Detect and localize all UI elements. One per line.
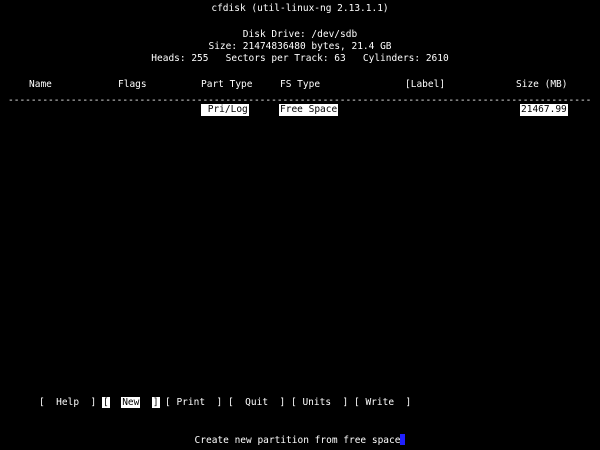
text-cursor [400,434,406,445]
status-line: Create new partition from free space [0,434,600,447]
row-fs-type: Free Space [279,104,339,116]
menu-write-button[interactable]: [ Write ] [354,397,411,409]
disk-size-line: Size: 21474836480 bytes, 21.4 GB [208,41,392,52]
menu-quit-button[interactable]: [ Quit ] [228,397,285,409]
column-header-size: Size (MB) [516,79,568,90]
column-header-fs-type: FS Type [280,79,321,90]
column-header-name: Name [29,79,52,90]
menu-print-button[interactable]: [ Print ] [165,397,222,409]
menu-help-button[interactable]: [ Help ] [39,397,96,409]
disk-drive-line: Disk Drive: /dev/sdb [242,29,358,40]
column-header-flags: Flags [118,79,147,90]
menu-units-button[interactable]: [ Units ] [291,397,348,409]
status-message: Create new partition from free space [194,435,401,446]
row-part-type: Pri/Log [201,104,249,116]
column-header-label: [Label] [405,79,446,90]
app-title: cfdisk (util-linux-ng 2.13.1.1) [211,3,389,14]
disk-geometry-line: Heads: 255 Sectors per Track: 63 Cylinde… [151,53,449,64]
menu-new-button[interactable]: [ New ] [102,397,160,409]
terminal-screen: cfdisk (util-linux-ng 2.13.1.1) Disk Dri… [0,0,600,450]
column-header-part-type: Part Type [201,79,253,90]
row-size: 21467.99 [520,104,568,116]
